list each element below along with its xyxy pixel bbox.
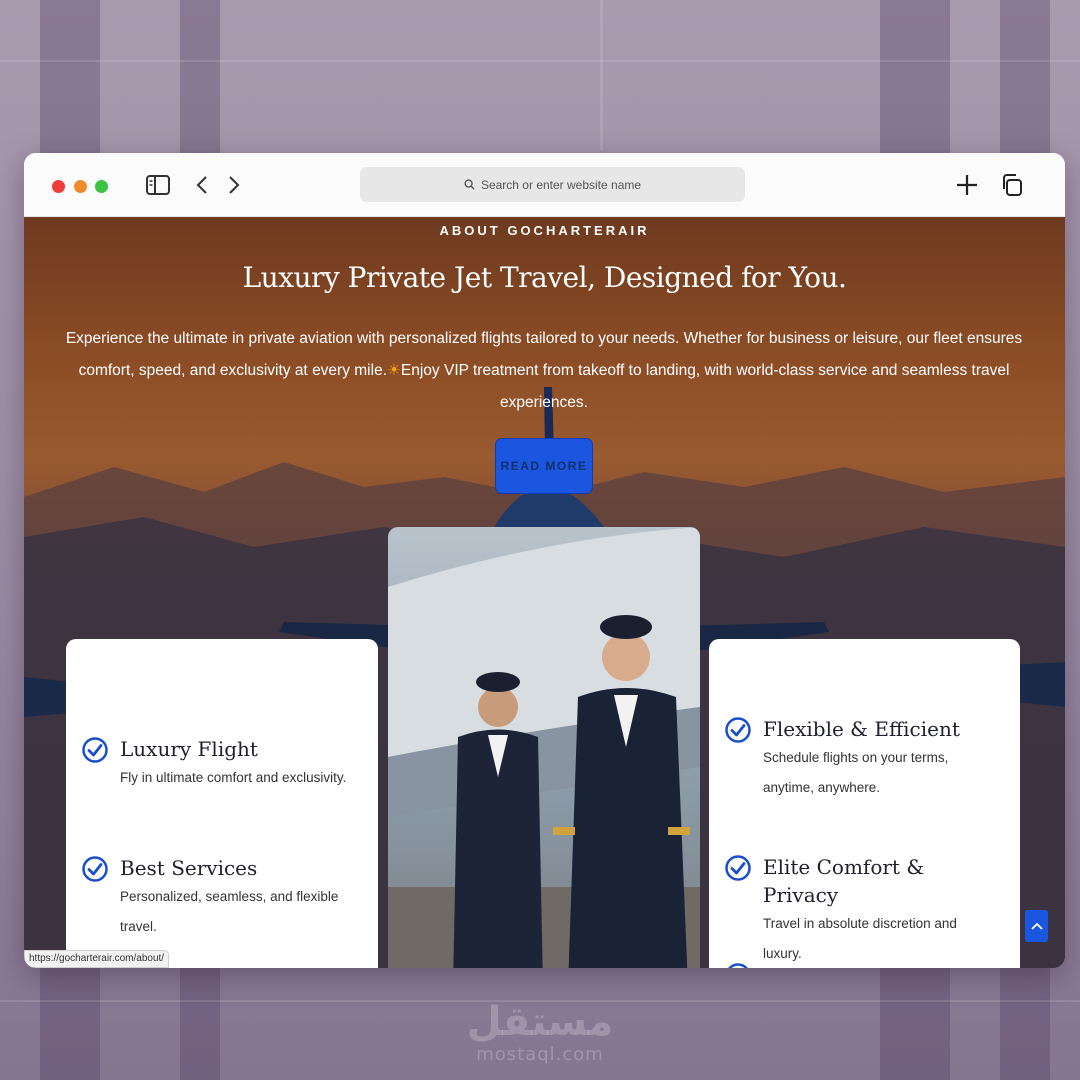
feature-text: Personalized, seamless, and flexible tra… (120, 889, 339, 934)
forward-chevron-icon[interactable] (224, 173, 244, 197)
feature-text: Travel in absolute discretion and luxury… (763, 916, 957, 961)
features-card-left: Luxury Flight Fly in ultimate comfort an… (66, 639, 378, 968)
feature-luxury-flight: Luxury Flight Fly in ultimate comfort an… (82, 735, 346, 793)
check-circle-icon (82, 737, 108, 763)
read-more-button[interactable]: READ MORE (495, 438, 593, 494)
feature-title: Best Services (120, 856, 258, 880)
section-eyebrow: ABOUT GOCHARTERAIR (439, 223, 650, 238)
scroll-to-top-button[interactable] (1025, 910, 1048, 942)
pilots-photo (388, 527, 700, 968)
sidebar-toggle-icon[interactable] (145, 173, 171, 197)
watermark-arabic: مستقل (466, 999, 614, 1045)
browser-window: Search or enter website name ABOUT GOCHA… (24, 153, 1065, 968)
feature-best-services: Best Services Personalized, seamless, an… (82, 854, 378, 942)
address-bar[interactable]: Search or enter website name (360, 167, 745, 202)
check-circle-icon (725, 717, 751, 743)
feature-title: Luxury Flight (120, 737, 258, 761)
close-window-button[interactable] (52, 180, 65, 193)
watermark-latin: mostaql.com (476, 1044, 604, 1065)
search-icon (464, 179, 475, 190)
feature-text: Fly in ultimate comfort and exclusivity. (120, 770, 347, 785)
status-bar-url: https://gocharterair.com/about/ (24, 950, 170, 968)
tab-overview-icon[interactable] (999, 173, 1025, 197)
new-tab-plus-icon[interactable] (954, 173, 980, 197)
address-placeholder: Search or enter website name (480, 177, 642, 192)
feature-title: Elite Comfort & Privacy (763, 855, 925, 907)
back-chevron-icon[interactable] (192, 173, 212, 197)
browser-toolbar: Search or enter website name (24, 153, 1065, 217)
feature-elite-comfort: Elite Comfort & Privacy Travel in absolu… (725, 853, 993, 968)
check-circle-icon (725, 855, 751, 881)
page-title: Luxury Private Jet Travel, Designed for … (242, 261, 847, 294)
maximize-window-button[interactable] (95, 180, 108, 193)
intro-paragraph: Experience the ultimate in private aviat… (64, 323, 1024, 419)
feature-text: Schedule flights on your terms, anytime,… (763, 750, 949, 795)
minimize-window-button[interactable] (74, 180, 87, 193)
feature-title: Flexible & Efficient (763, 717, 960, 741)
check-circle-icon (82, 856, 108, 882)
about-page: ABOUT GOCHARTERAIR Luxury Private Jet Tr… (24, 217, 1065, 968)
intro-line-2a: every mile. (312, 362, 387, 379)
feature-flexible-efficient: Flexible & Efficient Schedule flights on… (725, 715, 993, 803)
check-circle-icon (728, 963, 748, 968)
chevron-up-icon (1030, 922, 1043, 930)
watermark: مستقل mostaql.com (0, 1000, 1080, 1065)
features-card-right: Flexible & Efficient Schedule flights on… (709, 639, 1020, 968)
sun-icon: ☀ (387, 362, 401, 379)
intro-line-2b: Enjoy VIP treatment from takeoff to land… (400, 362, 1010, 411)
